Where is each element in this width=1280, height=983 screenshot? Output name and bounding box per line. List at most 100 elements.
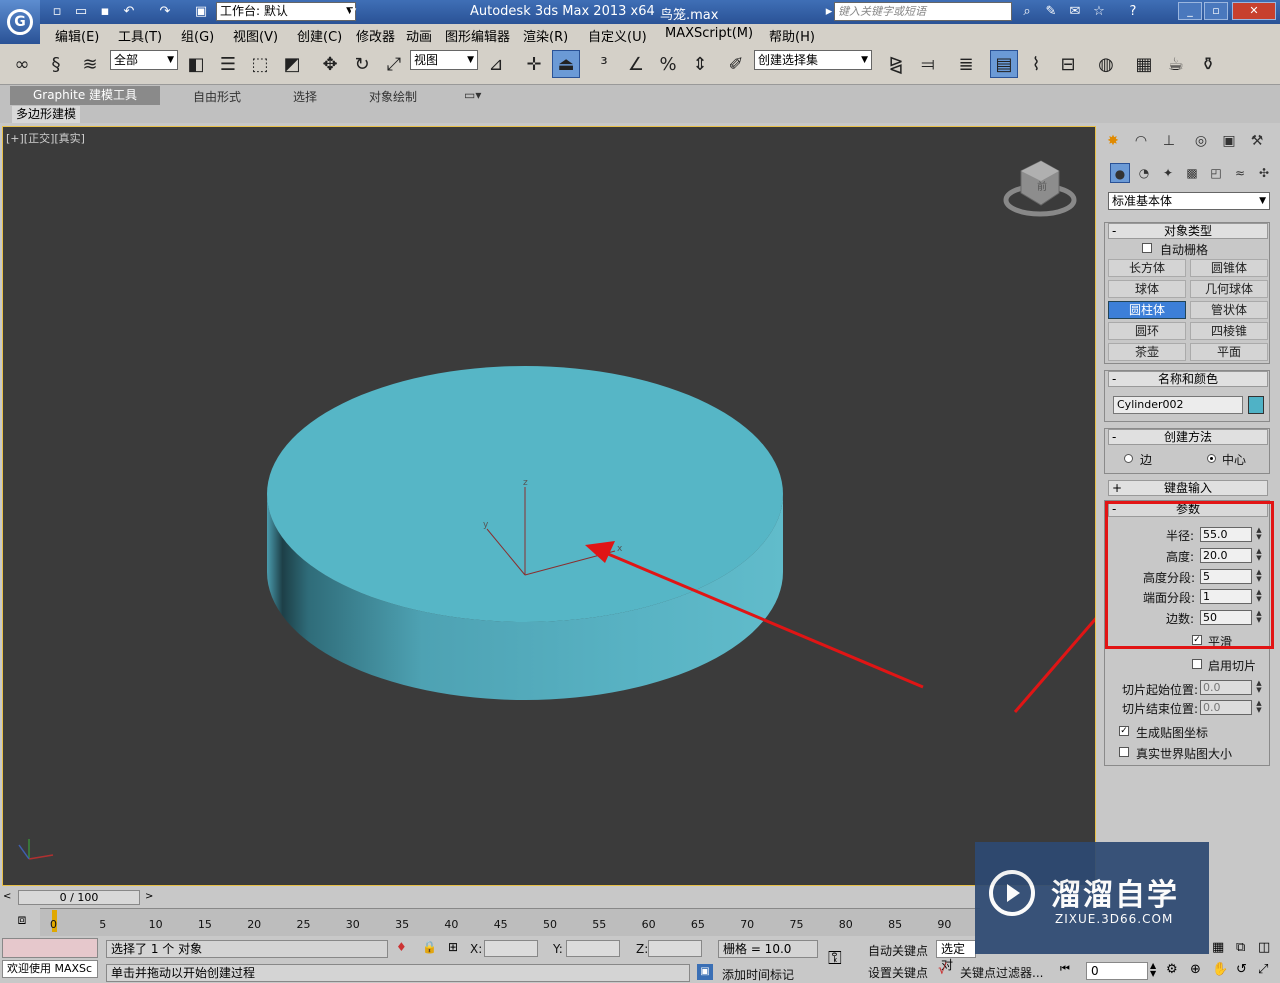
menu-customize[interactable]: 自定义(U) bbox=[588, 26, 647, 45]
link-icon[interactable]: ∞ bbox=[8, 50, 36, 78]
creation-method-header[interactable]: - 创建方法 bbox=[1108, 429, 1268, 445]
go-to-start-icon[interactable]: ⏮ bbox=[1060, 962, 1070, 976]
undo-icon[interactable]: ↶ bbox=[120, 3, 138, 21]
bind-spacewarp-icon[interactable]: ≋ bbox=[76, 50, 104, 78]
search-input[interactable]: 键入关键字或短语 bbox=[834, 2, 1012, 21]
communication-icon[interactable]: ✉ bbox=[1066, 3, 1084, 21]
edit-named-selection-icon[interactable]: ✐ bbox=[722, 50, 750, 78]
minimize-button[interactable]: _ bbox=[1178, 2, 1202, 20]
unlink-icon[interactable]: § bbox=[42, 50, 70, 78]
help-icon[interactable]: ? bbox=[1124, 3, 1142, 21]
menu-graph-editors[interactable]: 图形编辑器 bbox=[445, 26, 510, 45]
hierarchy-tab-icon[interactable]: ⊥ bbox=[1158, 130, 1180, 152]
maxscript-mini-listener[interactable]: 欢迎使用 MAXSc bbox=[2, 960, 98, 978]
tab-graphite[interactable]: Graphite 建模工具 bbox=[10, 86, 160, 105]
slice-from-spinner[interactable]: 0.0 bbox=[1200, 680, 1252, 695]
menu-animation[interactable]: 动画 bbox=[406, 26, 432, 45]
y-coordinate-input[interactable] bbox=[566, 940, 620, 957]
menu-tools[interactable]: 工具(T) bbox=[118, 26, 162, 45]
zoom-icon[interactable]: ⊕ bbox=[1190, 962, 1201, 977]
cameras-icon[interactable]: ▩ bbox=[1182, 163, 1202, 183]
menu-create[interactable]: 创建(C) bbox=[297, 26, 342, 45]
curve-editor-icon[interactable]: ⌇ bbox=[1022, 50, 1050, 78]
object-type-header[interactable]: - 对象类型 bbox=[1108, 223, 1268, 239]
tab-selection[interactable]: 选择 bbox=[293, 88, 317, 105]
frame-spinner-arrows[interactable]: ▲ ▼ bbox=[1150, 962, 1156, 978]
zoom-extents-icon[interactable]: ▦ bbox=[1212, 940, 1224, 955]
maximize-button[interactable]: ▫ bbox=[1204, 2, 1228, 20]
tube-button[interactable]: 管状体 bbox=[1190, 301, 1268, 319]
menu-help[interactable]: 帮助(H) bbox=[769, 26, 815, 45]
key-filters-button[interactable]: 关键点过滤器... bbox=[960, 964, 1043, 981]
binoculars-icon[interactable]: ⌕ bbox=[1018, 3, 1036, 21]
key-mode-dropdown[interactable]: 选定对 bbox=[936, 940, 976, 972]
close-button[interactable]: ✕ bbox=[1232, 2, 1276, 20]
category-dropdown[interactable]: 标准基本体 ▼ bbox=[1108, 192, 1270, 210]
spinner-snap-icon[interactable]: ⇕ bbox=[686, 50, 714, 78]
current-frame-input[interactable]: 0 bbox=[1086, 962, 1148, 980]
rect-selection-icon[interactable]: ⬚ bbox=[246, 50, 274, 78]
real-world-checkbox[interactable] bbox=[1119, 747, 1129, 757]
z-coordinate-input[interactable] bbox=[648, 940, 702, 957]
next-frame-arrow-icon[interactable]: > bbox=[145, 891, 153, 902]
window-crossing-icon[interactable]: ◩ bbox=[278, 50, 306, 78]
cylinder-button[interactable]: 圆柱体 bbox=[1108, 301, 1186, 319]
key-filter-curve-icon[interactable]: √ bbox=[938, 962, 947, 978]
dropdown-arrow-icon[interactable]: ▾ bbox=[344, 3, 362, 21]
add-time-tag[interactable]: 添加时间标记 bbox=[722, 966, 794, 983]
layer-manager-icon[interactable]: ≣ bbox=[952, 50, 980, 78]
scale-icon[interactable]: ⤢ bbox=[380, 50, 408, 78]
menu-edit[interactable]: 编辑(E) bbox=[55, 26, 99, 45]
sphere-button[interactable]: 球体 bbox=[1108, 280, 1186, 298]
cone-button[interactable]: 圆锥体 bbox=[1190, 259, 1268, 277]
name-color-header[interactable]: - 名称和颜色 bbox=[1108, 371, 1268, 387]
slice-on-checkbox[interactable] bbox=[1192, 659, 1202, 669]
spacewarps-icon[interactable]: ≈ bbox=[1230, 163, 1250, 183]
menu-maxscript[interactable]: MAXScript(M) bbox=[665, 26, 753, 41]
select-by-name-icon[interactable]: ☰ bbox=[214, 50, 242, 78]
open-file-icon[interactable]: ▭ bbox=[72, 3, 90, 21]
named-selection-dropdown[interactable]: 创建选择集 ▼ bbox=[754, 50, 872, 70]
slice-to-arrows[interactable]: ▲ ▼ bbox=[1254, 700, 1264, 715]
pyramid-button[interactable]: 四棱锥 bbox=[1190, 322, 1268, 340]
rendered-frame-icon[interactable]: ☕ bbox=[1162, 50, 1190, 78]
auto-key-button[interactable]: 自动关键点 bbox=[868, 942, 928, 959]
render-setup-icon[interactable]: ▦ bbox=[1130, 50, 1158, 78]
maximize-viewport-icon[interactable]: ⤢ bbox=[1258, 962, 1268, 977]
center-radio[interactable] bbox=[1207, 454, 1216, 463]
menu-views[interactable]: 视图(V) bbox=[233, 26, 278, 45]
isolate-icon[interactable]: ♦ bbox=[396, 940, 407, 954]
select-object-icon[interactable]: ◧ bbox=[182, 50, 210, 78]
ribbon-options-icon[interactable]: ▭▾ bbox=[464, 88, 481, 102]
helpers-icon[interactable]: ◰ bbox=[1206, 163, 1226, 183]
shapes-icon[interactable]: ◔ bbox=[1134, 163, 1154, 183]
angle-snap-icon[interactable]: ∠ bbox=[622, 50, 650, 78]
tab-freeform[interactable]: 自由形式 bbox=[193, 88, 241, 105]
menu-modifiers[interactable]: 修改器 bbox=[356, 26, 395, 45]
create-tab-icon[interactable]: ✸ bbox=[1102, 130, 1124, 152]
slice-from-arrows[interactable]: ▲ ▼ bbox=[1254, 680, 1264, 695]
save-file-icon[interactable]: ▪ bbox=[96, 3, 114, 21]
tab-object-paint[interactable]: 对象绘制 bbox=[369, 88, 417, 105]
graphite-toggle-icon[interactable]: ▤ bbox=[990, 50, 1018, 78]
snaps-toggle-icon[interactable]: ³ bbox=[590, 50, 618, 78]
time-slider[interactable]: 0 / 100 bbox=[18, 890, 140, 905]
prev-frame-arrow-icon[interactable]: < bbox=[3, 891, 11, 902]
teapot-button[interactable]: 茶壶 bbox=[1108, 343, 1186, 361]
move-icon[interactable]: ✥ bbox=[316, 50, 344, 78]
subscription-icon[interactable]: ✎ bbox=[1042, 3, 1060, 21]
select-manipulate-icon[interactable]: ✛ bbox=[520, 50, 548, 78]
set-key-button[interactable]: 设置关键点 bbox=[868, 964, 928, 981]
field-of-view-icon[interactable]: ◫ bbox=[1258, 940, 1270, 955]
zoom-extents-all-icon[interactable]: ⧉ bbox=[1236, 940, 1245, 955]
menu-group[interactable]: 组(G) bbox=[181, 26, 214, 45]
object-color-swatch[interactable] bbox=[1248, 396, 1264, 414]
orbit-icon[interactable]: ↺ bbox=[1236, 962, 1247, 977]
absolute-mode-icon[interactable]: ⊞ bbox=[448, 940, 458, 954]
percent-snap-icon[interactable]: % bbox=[654, 50, 682, 78]
systems-icon[interactable]: ✣ bbox=[1254, 163, 1274, 183]
pan-hand-icon[interactable]: ✋ bbox=[1212, 962, 1228, 977]
render-production-icon[interactable]: ⚱ bbox=[1194, 50, 1222, 78]
material-editor-icon[interactable]: ◍ bbox=[1092, 50, 1120, 78]
edge-radio[interactable] bbox=[1124, 454, 1133, 463]
